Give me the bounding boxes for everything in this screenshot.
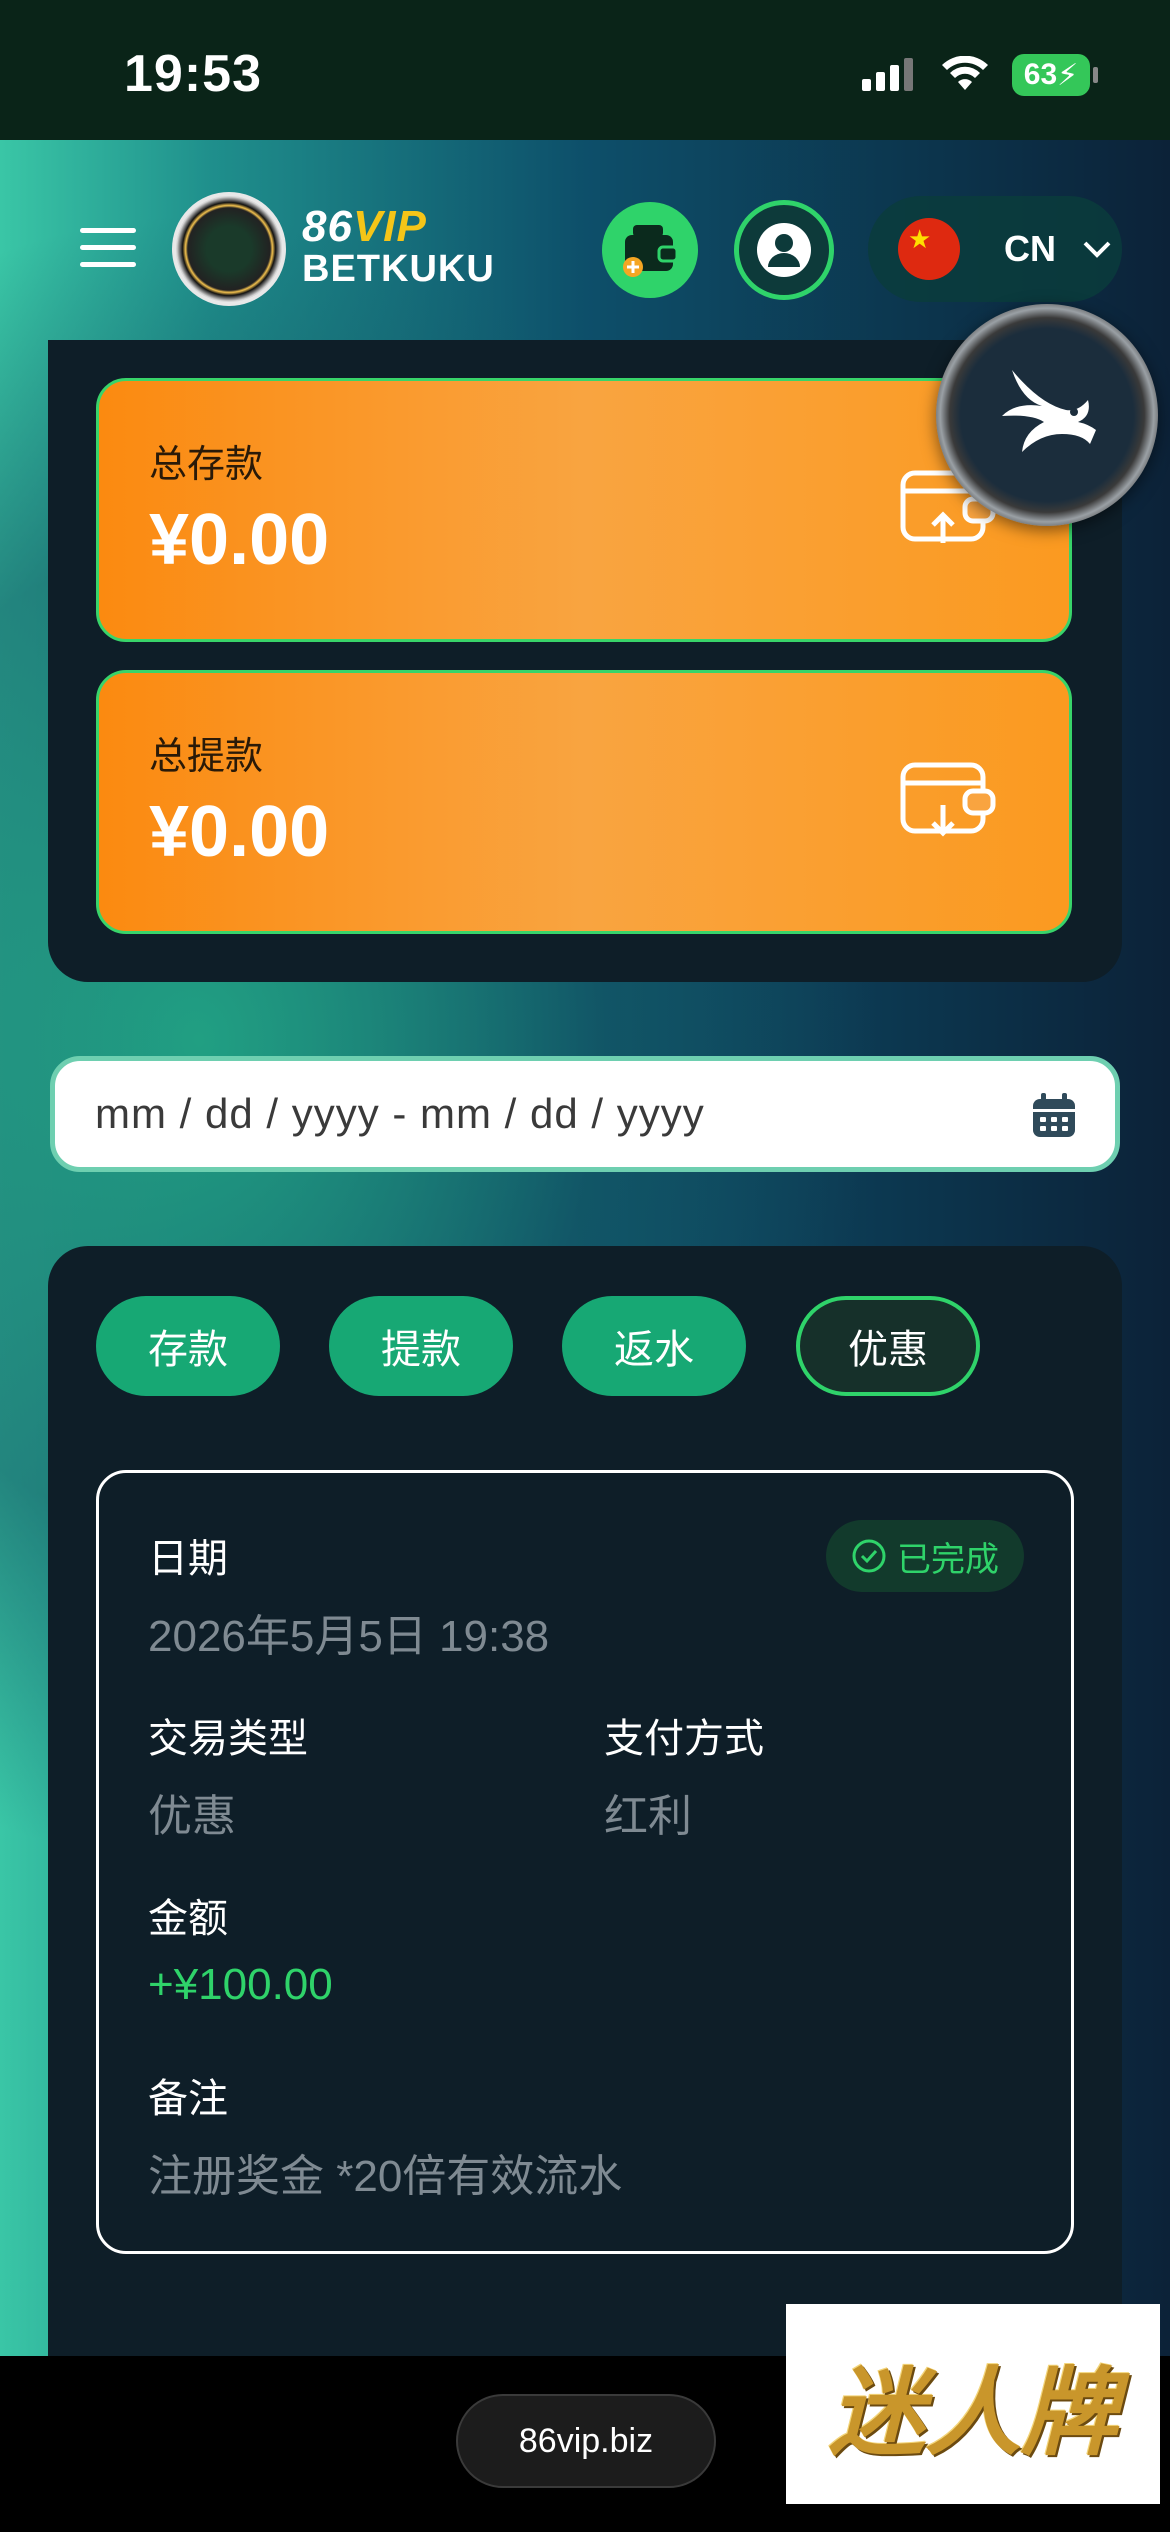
date-range-input[interactable]: mm / dd / yyyy - mm / dd / yyyy [50, 1056, 1120, 1172]
dragon-icon [1002, 370, 1096, 452]
chevron-down-icon [1083, 241, 1111, 258]
logo-brand: BETKUKU [302, 248, 495, 290]
amount-label: 金额 [148, 1897, 228, 1941]
wallet-withdraw-icon [900, 762, 996, 837]
transaction-type-value: 优惠 [148, 1792, 236, 1841]
battery-level: 63 [1023, 58, 1058, 91]
check-circle-icon [852, 1539, 886, 1573]
total-deposit-value: ¥0.00 [149, 500, 330, 580]
total-withdraw-label: 总提款 [149, 736, 264, 778]
transaction-type-label: 交易类型 [148, 1717, 308, 1761]
date-label: 日期 [148, 1537, 228, 1581]
tab-rebate[interactable]: 返水 [562, 1296, 746, 1396]
payment-method-value: 红利 [604, 1792, 692, 1841]
total-withdraw-value: ¥0.00 [149, 792, 330, 872]
watermark-text: 迷人牌 [829, 2355, 1117, 2469]
wifi-icon [942, 56, 988, 90]
tab-deposit[interactable]: 存款 [96, 1296, 280, 1396]
logo-86: 86 [302, 202, 353, 251]
wallet-icon [623, 225, 679, 277]
amount-value: +¥100.00 [148, 1960, 333, 2009]
url-bar[interactable]: 86vip.biz [456, 2394, 716, 2488]
status-badge: 已完成 [826, 1520, 1024, 1592]
tab-withdraw[interactable]: 提款 [329, 1296, 513, 1396]
date-value: 2026年5月5日 19:38 [148, 1612, 550, 1661]
status-time: 19:53 [124, 45, 262, 103]
date-range-placeholder: mm / dd / yyyy - mm / dd / yyyy [95, 1090, 705, 1137]
hamburger-menu-icon[interactable] [80, 228, 136, 268]
total-deposit-label: 总存款 [149, 444, 264, 486]
status-text: 已完成 [897, 1540, 999, 1579]
watermark: 迷人牌 [786, 2304, 1160, 2504]
signal-icon [862, 58, 913, 91]
logo-emblem[interactable] [172, 192, 286, 306]
language-code: CN [1004, 228, 1056, 269]
dragon-badge-button[interactable] [936, 304, 1158, 526]
status-bar: 19:53 63 ⚡ [0, 0, 1170, 140]
calendar-icon[interactable] [1031, 1093, 1077, 1139]
logo-vip: VIP [352, 202, 427, 251]
total-withdraw-card: 总提款 ¥0.00 [96, 670, 1072, 934]
payment-method-label: 支付方式 [604, 1717, 764, 1761]
profile-button[interactable] [734, 200, 834, 300]
logo-text[interactable]: 86VIP [302, 202, 427, 252]
user-icon [757, 223, 811, 277]
language-selector[interactable]: CN [868, 196, 1122, 302]
note-value: 注册奖金 *20倍有效流水 [148, 2152, 623, 2201]
status-icons: 63 ⚡ [862, 54, 1098, 96]
total-deposit-card: 总存款 ¥0.00 [96, 378, 1072, 642]
note-label: 备注 [148, 2077, 228, 2121]
wallet-button[interactable] [602, 202, 698, 298]
battery-indicator: 63 ⚡ [1012, 54, 1098, 96]
china-flag-icon [898, 218, 960, 280]
charging-icon: ⚡ [1057, 58, 1079, 92]
tab-promotion[interactable]: 优惠 [796, 1296, 980, 1396]
